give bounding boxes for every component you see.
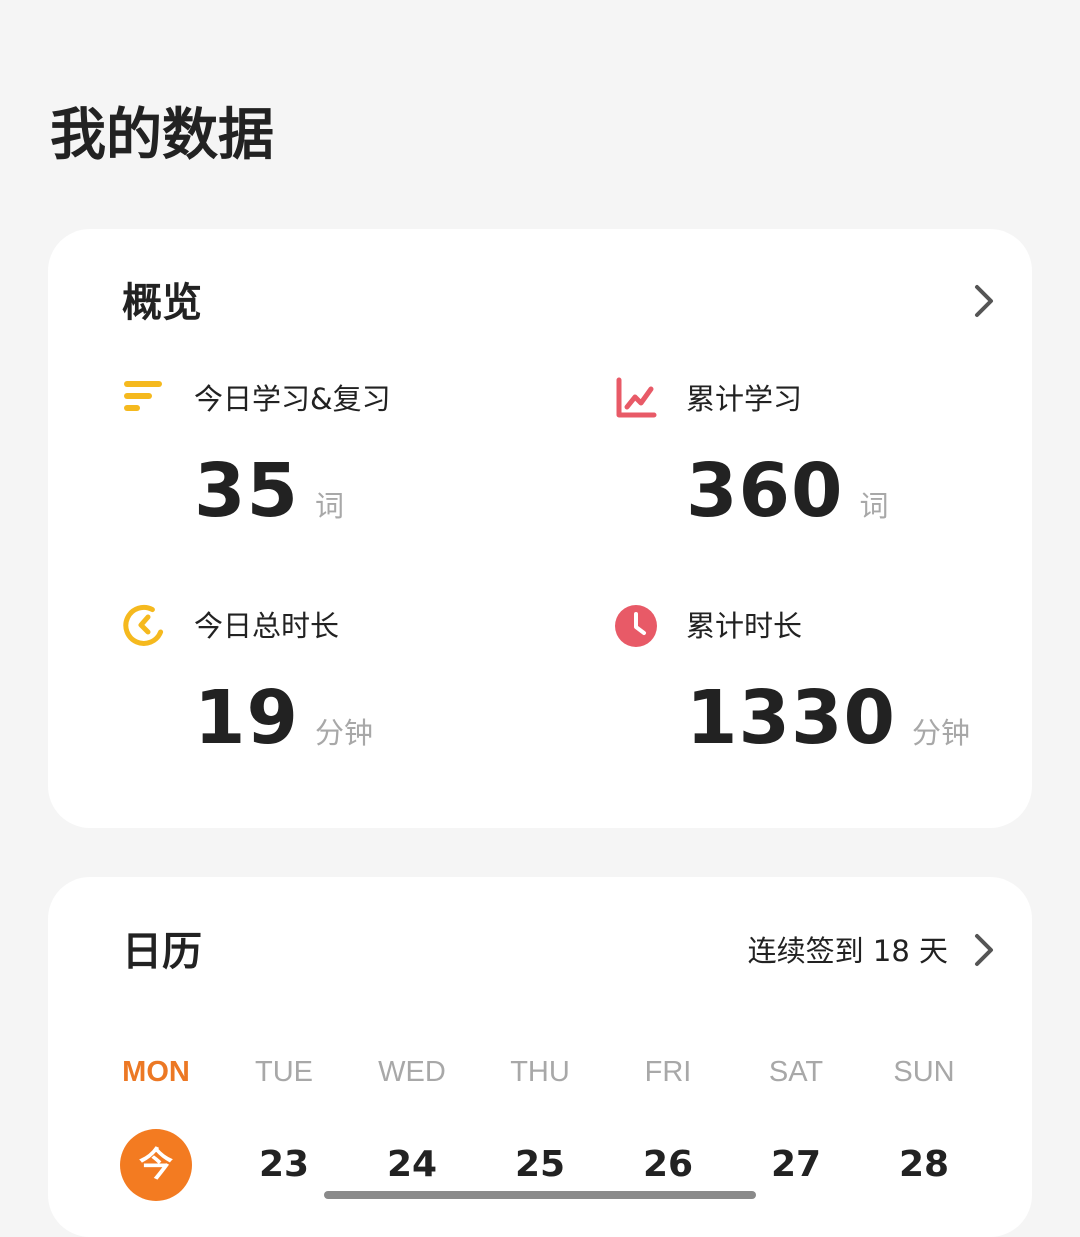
calendar-day[interactable]: 23 <box>229 1143 339 1187</box>
calendar-day[interactable]: 26 <box>613 1143 723 1187</box>
weekday-thu: THU <box>510 1056 570 1088</box>
overview-card[interactable]: 概览 今日学习&复习 35 词 累计学习 360 词 今日总时长 19 分钟 累… <box>48 229 1032 828</box>
weekday-wed: WED <box>378 1056 446 1088</box>
calendar-card[interactable]: 日历 连续签到 18 天 MON TUE WED THU FRI SAT SUN… <box>48 877 1032 1237</box>
weekday-sat: SAT <box>768 1056 824 1088</box>
line-chart-icon <box>616 377 657 418</box>
calendar-day[interactable]: 25 <box>485 1143 595 1187</box>
calendar-day[interactable]: 28 <box>869 1143 979 1187</box>
timer-icon <box>123 604 164 646</box>
stat-total-study: 累计学习 360 词 <box>614 377 1014 557</box>
overview-title: 概览 <box>122 280 202 326</box>
calendar-day[interactable]: 24 <box>357 1143 467 1187</box>
clock-icon <box>615 605 657 647</box>
stat-today-study: 今日学习&复习 35 词 <box>122 377 522 557</box>
streak-text[interactable]: 连续签到 18 天 <box>748 931 948 971</box>
stat-label: 今日学习&复习 <box>194 382 391 416</box>
chevron-right-icon[interactable] <box>974 933 994 967</box>
page-title: 我的数据 <box>50 103 274 168</box>
stat-label: 累计时长 <box>686 609 803 643</box>
stat-total-duration: 累计时长 1330 分钟 <box>614 604 1014 784</box>
stat-today-duration: 今日总时长 19 分钟 <box>122 604 522 784</box>
stat-value: 1330 <box>686 675 896 761</box>
stat-unit: 分钟 <box>314 716 373 750</box>
stat-label: 累计学习 <box>686 382 803 416</box>
weekday-sun: SUN <box>893 1056 955 1088</box>
calendar-title: 日历 <box>122 929 202 975</box>
chevron-right-icon[interactable] <box>974 284 994 318</box>
stat-unit: 词 <box>859 489 889 523</box>
weekday-mon: MON <box>122 1056 190 1088</box>
weekday-fri: FRI <box>644 1056 692 1088</box>
today-marker[interactable]: 今 <box>120 1129 192 1201</box>
home-indicator[interactable] <box>324 1191 756 1199</box>
stat-value: 360 <box>686 448 844 534</box>
stat-value: 19 <box>194 675 299 761</box>
stat-label: 今日总时长 <box>194 609 340 643</box>
weekday-tue: TUE <box>255 1056 313 1088</box>
stat-value: 35 <box>194 448 299 534</box>
stat-unit: 分钟 <box>911 716 970 750</box>
calendar-day[interactable]: 27 <box>741 1143 851 1187</box>
stat-unit: 词 <box>314 489 344 523</box>
bars-icon <box>124 381 162 411</box>
